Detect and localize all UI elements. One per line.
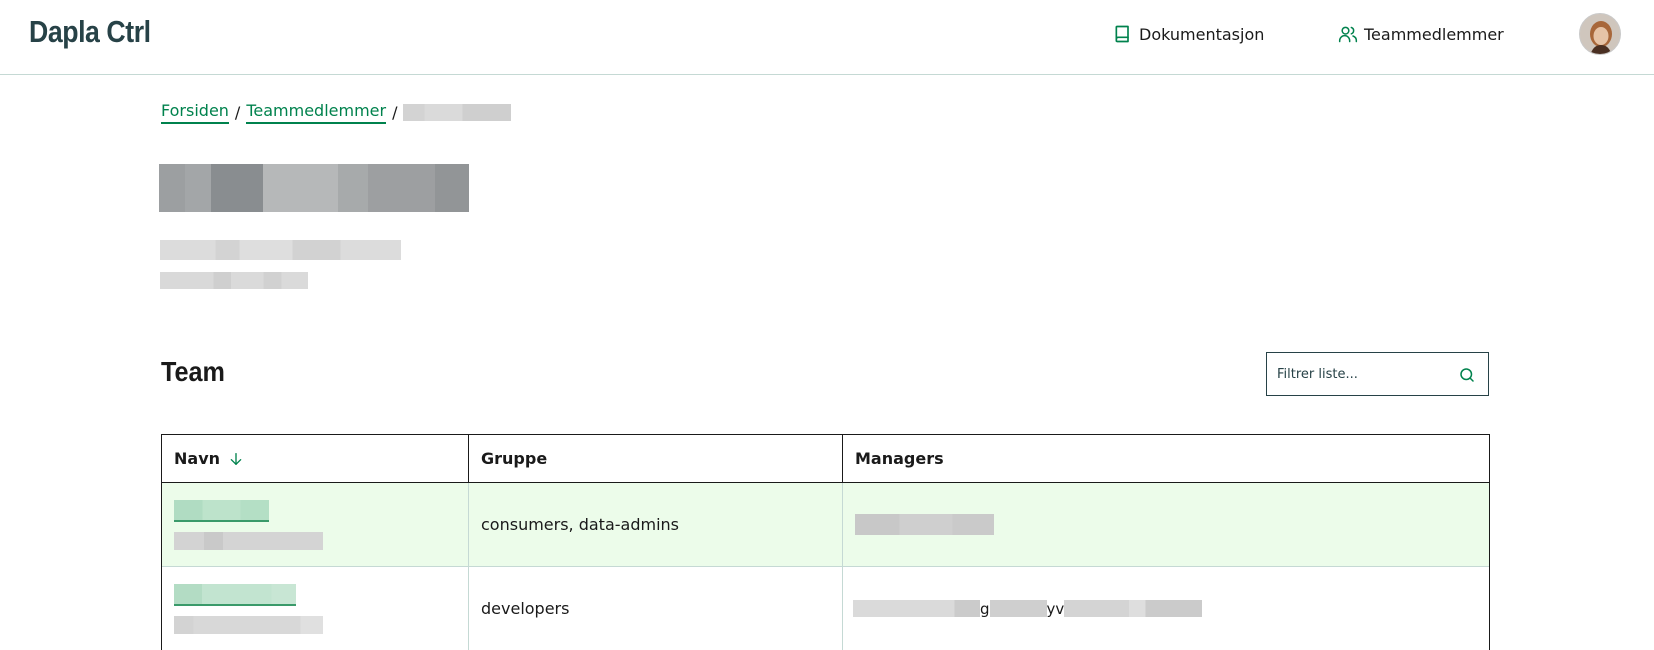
column-header-navn[interactable]: Navn [162,435,469,482]
profile-detail-redacted [160,240,401,260]
member-name-link-redacted[interactable] [174,583,296,606]
table-row[interactable]: consumers, data-admins [162,483,1489,567]
manager-text-fragment: yv [1046,599,1065,618]
member-id-redacted [174,531,323,550]
profile-name-redacted [159,164,469,212]
manager-text-fragment: g [980,599,990,618]
team-table: Navn Gruppe Managers consumers, data-adm… [161,434,1490,650]
profile-detail-redacted [160,272,308,289]
section-title-team: Team [161,356,225,387]
filter-field[interactable] [1266,352,1489,396]
breadcrumb-separator: / [392,103,398,122]
manager-name-redacted [989,600,1047,617]
breadcrumb: Forsiden / Teammedlemmer / [161,101,512,124]
breadcrumb-separator: / [234,103,241,122]
manager-name-redacted [853,600,980,617]
book-icon [1115,25,1129,43]
nav-teammedlemmer[interactable]: Teammedlemmer [1338,22,1504,46]
table-row[interactable]: developers g yv [162,567,1489,650]
cell-navn [162,567,469,650]
cell-gruppe: developers [469,567,843,650]
nav-dokumentasjon-label: Dokumentasjon [1139,24,1265,44]
manager-name-redacted [1064,600,1203,617]
table-header: Navn Gruppe Managers [162,435,1489,483]
manager-name-redacted [855,514,994,535]
app-logo[interactable]: Dapla Ctrl [29,14,151,50]
breadcrumb-forsiden[interactable]: Forsiden [161,101,229,124]
nav-dokumentasjon[interactable]: Dokumentasjon [1113,22,1264,46]
users-icon [1338,26,1358,43]
app-header: Dapla Ctrl Dokumentasjon Teammedlemmer [0,0,1654,75]
user-avatar[interactable] [1579,13,1621,55]
avatar-portrait-icon [1580,14,1620,54]
breadcrumb-current-redacted [403,104,512,121]
member-name-link-redacted[interactable] [174,499,269,522]
arrow-down-icon[interactable] [228,451,244,467]
cell-navn [162,483,469,566]
cell-managers: g yv [843,567,1489,650]
cell-gruppe: consumers, data-admins [469,483,843,566]
column-header-managers: Managers [855,449,944,468]
nav-teammedlemmer-label: Teammedlemmer [1364,24,1504,44]
search-icon[interactable] [1458,366,1476,384]
member-id-redacted [174,615,323,634]
breadcrumb-teammedlemmer[interactable]: Teammedlemmer [246,101,387,124]
column-header-label: Navn [174,449,221,468]
filter-input[interactable] [1277,366,1447,382]
column-header-gruppe: Gruppe [469,435,843,482]
cell-managers [843,483,1489,566]
